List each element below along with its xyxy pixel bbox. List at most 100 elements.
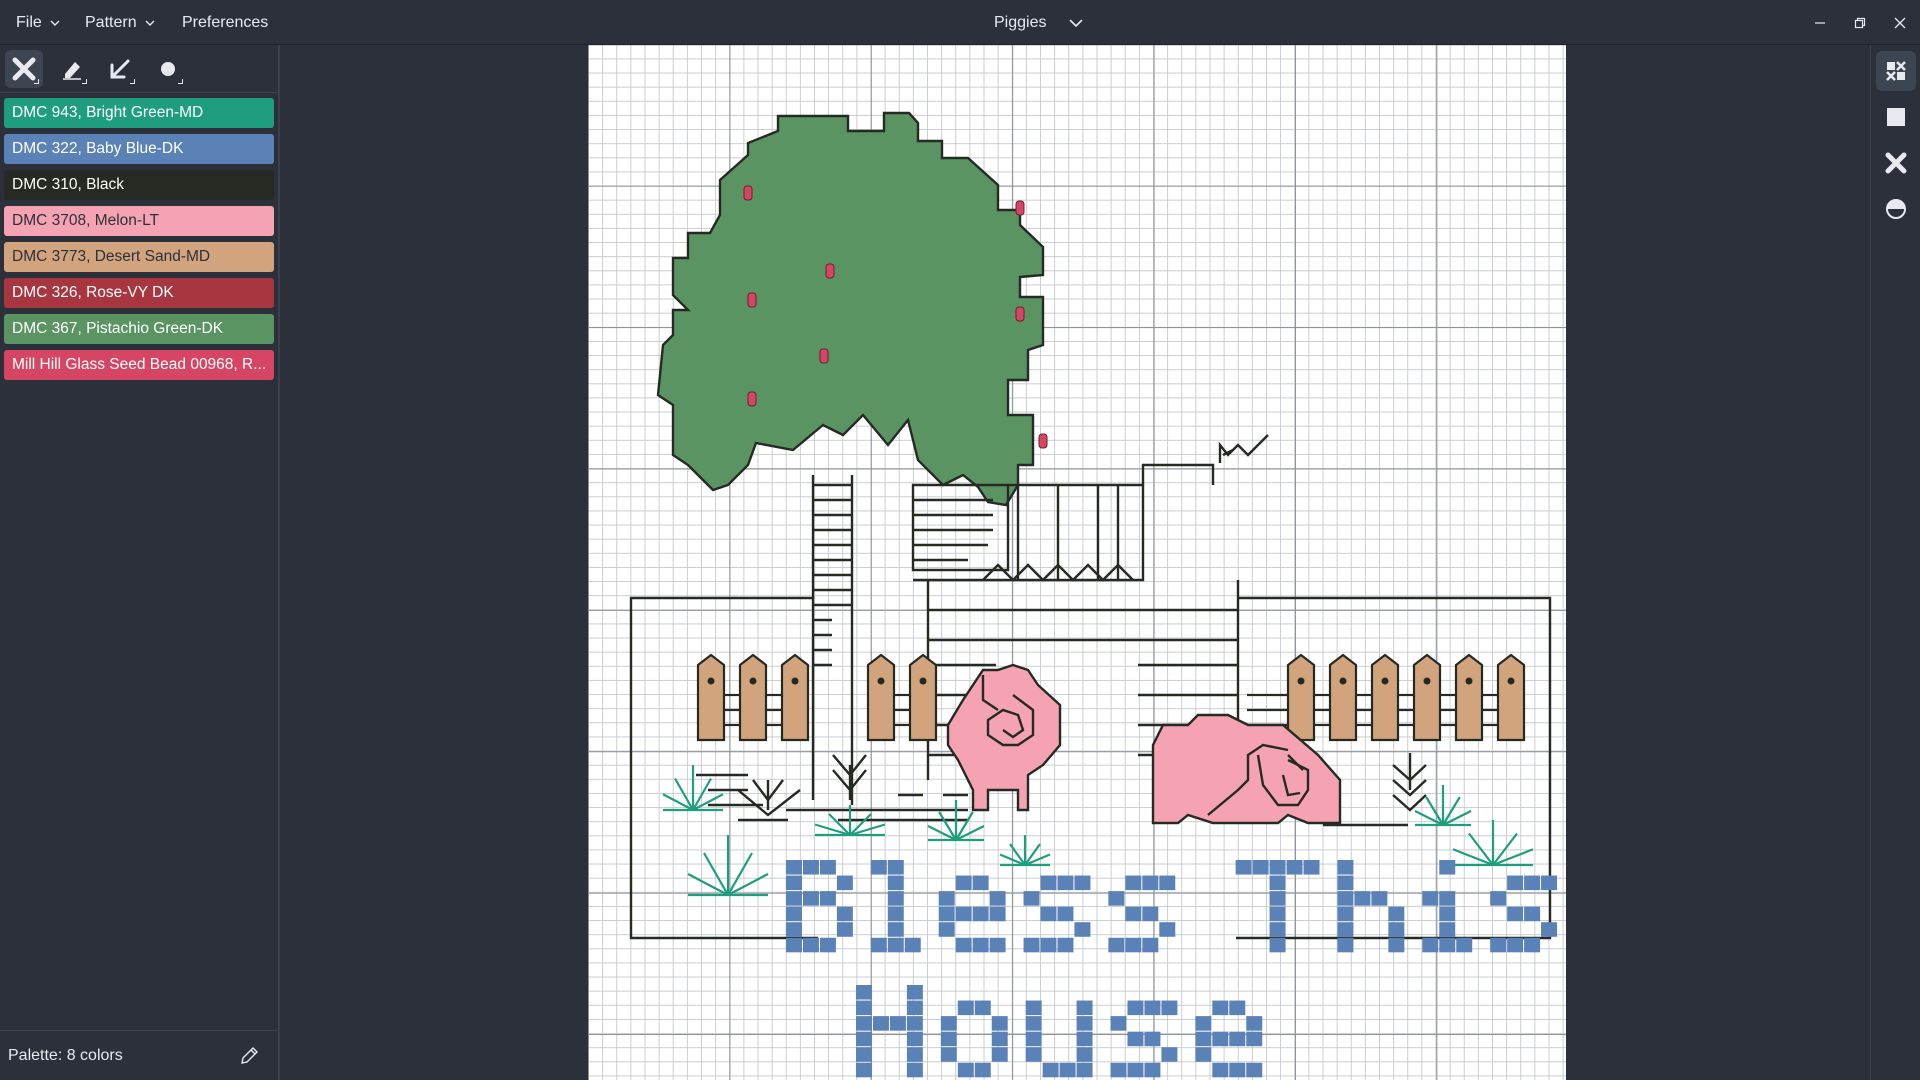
letter-stitch (1388, 906, 1405, 922)
fence-picket (908, 653, 938, 742)
pattern-canvas-area[interactable] (282, 45, 1870, 1080)
letter-stitch (1235, 860, 1252, 875)
picket-board (1496, 653, 1526, 742)
letter-stitch (1076, 1000, 1093, 1016)
back-stitch-tool-button[interactable] (101, 50, 139, 88)
close-icon (1894, 17, 1906, 28)
minimize-button[interactable] (1800, 0, 1840, 45)
full-stitch-tool-button[interactable] (5, 49, 43, 88)
letter-stitch (1269, 891, 1286, 906)
letter-stitch (870, 860, 887, 875)
chevron-down-icon (50, 20, 60, 26)
letter-stitch (1337, 937, 1354, 953)
palette-item[interactable]: DMC 3773, Desert Sand-MD (4, 242, 274, 272)
letter-stitch (991, 1016, 1008, 1031)
fence-picket (1328, 653, 1358, 742)
palette-item[interactable]: DMC 322, Baby Blue-DK (4, 134, 274, 164)
pattern-canvas[interactable] (588, 45, 1566, 1080)
view-mode-rail (1870, 45, 1920, 1080)
letter-stitch (1269, 906, 1286, 922)
eraser-tool-button[interactable] (53, 50, 91, 88)
palette-item[interactable]: DMC 326, Rose-VY DK (4, 278, 274, 308)
grass-blades (1452, 820, 1534, 867)
letter-stitch (955, 875, 972, 891)
picket-board (696, 653, 726, 742)
edit-palette-icon[interactable] (238, 1045, 260, 1067)
pattern-drawing[interactable] (588, 45, 1566, 1080)
picket-board (1412, 653, 1442, 742)
letter-stitch (856, 1062, 872, 1078)
pig-right (1151, 713, 1408, 827)
bead-tool-button[interactable] (149, 50, 187, 88)
grass-blades (999, 835, 1051, 867)
letter-stitch (1246, 1062, 1263, 1078)
letter-stitch (1507, 875, 1524, 891)
grass-blades (662, 765, 724, 811)
palette-item[interactable]: DMC 3708, Melon-LT (4, 206, 274, 236)
letter-stitch (1125, 875, 1142, 891)
pattern-letter (938, 875, 1006, 953)
half-circle-icon (1885, 199, 1906, 219)
stitch-toolbar (0, 45, 278, 93)
letter-stitch (955, 937, 972, 953)
grass-tuft (999, 835, 1051, 867)
file-menu[interactable]: File (16, 0, 60, 45)
letter-stitch (836, 906, 853, 922)
letter-stitch (1059, 1062, 1076, 1078)
letter-stitch (1337, 875, 1354, 891)
pattern-letter (1195, 1000, 1263, 1078)
letter-stitch (1422, 937, 1439, 953)
pattern-title[interactable]: Piggies (994, 0, 1084, 45)
letter-stitch (1252, 860, 1269, 875)
stitches-view-button[interactable] (1875, 51, 1916, 91)
letter-stitch (1057, 875, 1074, 891)
palette-footer: Palette: 8 colors (0, 1030, 278, 1080)
letter-stitch (991, 1031, 1008, 1047)
picket-board (1370, 653, 1400, 742)
letter-stitch (989, 937, 1006, 953)
tool-variant-marker (178, 78, 183, 84)
letter-stitch (1057, 937, 1074, 953)
letter-stitch (1229, 1000, 1246, 1016)
restore-button[interactable] (1840, 0, 1880, 45)
letter-stitch (1490, 937, 1507, 953)
letter-stitch (955, 906, 972, 922)
letter-stitch (1269, 860, 1286, 875)
preferences-menu[interactable]: Preferences (182, 0, 268, 45)
solid-view-button[interactable] (1876, 97, 1916, 137)
letter-stitch (904, 937, 921, 953)
palette-item[interactable]: Mill Hill Glass Seed Bead 00968, R... (4, 350, 274, 380)
letter-stitch (938, 891, 955, 906)
letter-stitch (1456, 937, 1473, 953)
picket-board (1454, 653, 1484, 742)
letter-stitch (1040, 906, 1057, 922)
fence-picket (1370, 653, 1400, 742)
picket-nail (791, 677, 799, 685)
grass-tufts (662, 765, 1534, 897)
palette-item[interactable]: DMC 367, Pistachio Green-DK (4, 314, 274, 344)
letter-stitch (1246, 1016, 1263, 1031)
letter-stitch (1337, 891, 1354, 906)
letter-stitch (872, 1016, 889, 1031)
fence-picket (1496, 653, 1526, 742)
palette-list: DMC 943, Bright Green-MD DMC 322, Baby Bl… (0, 93, 278, 380)
letter-stitch (906, 1031, 923, 1047)
pattern-letter (1110, 1000, 1178, 1078)
chevron-down-icon[interactable] (1068, 15, 1084, 31)
letter-stitch (1507, 937, 1524, 953)
letter-stitch (1076, 1016, 1093, 1031)
letter-stitch (1040, 875, 1057, 891)
palette-item[interactable]: DMC 943, Bright Green-MD (4, 98, 274, 128)
letter-stitch (1025, 1016, 1042, 1031)
mixed-view-button[interactable] (1876, 189, 1916, 229)
letter-stitch (1159, 875, 1176, 891)
pattern-letter (856, 985, 923, 1078)
symbols-view-button[interactable] (1876, 143, 1916, 183)
letter-stitch (1439, 937, 1456, 953)
close-button[interactable] (1880, 0, 1920, 45)
palette-item[interactable]: DMC 310, Black (4, 170, 274, 200)
letter-stitch (887, 860, 904, 875)
pattern-menu[interactable]: Pattern (85, 0, 155, 45)
picket-nail (707, 677, 715, 685)
letter-stitch (1025, 1031, 1042, 1047)
